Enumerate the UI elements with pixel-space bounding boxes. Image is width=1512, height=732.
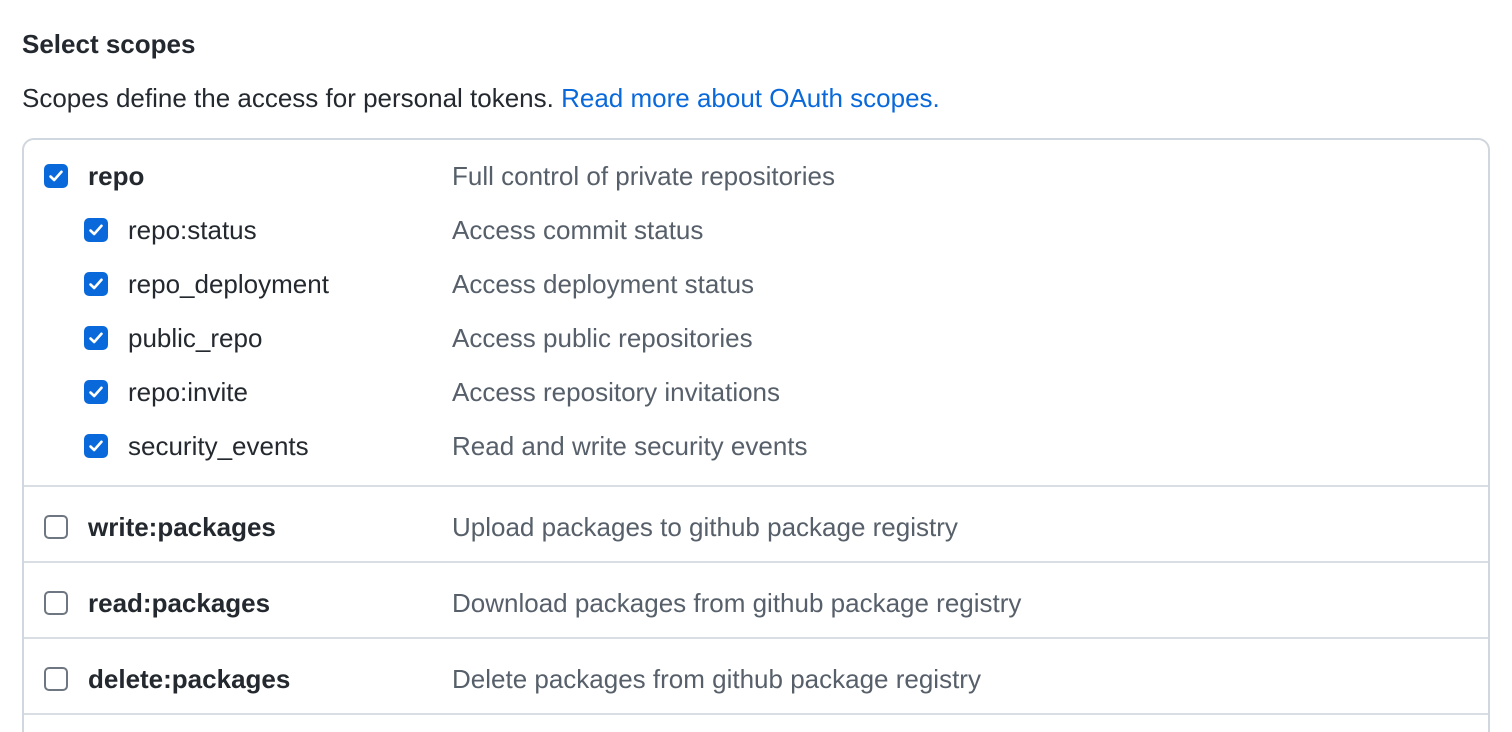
checkmark-icon — [89, 332, 103, 344]
scope-description: Read and write security events — [452, 431, 808, 461]
checkmark-icon — [49, 170, 63, 182]
scope-description: Access deployment status — [452, 269, 755, 299]
section-title: Select scopes — [22, 29, 196, 59]
scopes-list: repo Full control of private repositorie… — [22, 138, 1490, 732]
scope-row-repo-deployment: repo_deployment Access deployment status — [24, 265, 1488, 319]
scope-checkbox-security-events[interactable] — [84, 434, 108, 458]
scope-group-read-packages: read:packages Download packages from git… — [24, 563, 1488, 639]
scope-name: read:packages — [88, 588, 271, 618]
oauth-scopes-link[interactable]: Read more about OAuth scopes. — [561, 83, 940, 113]
checkmark-icon — [89, 386, 103, 398]
scope-row-repo-status: repo:status Access commit status — [24, 211, 1488, 265]
checkmark-icon — [89, 440, 103, 452]
scope-name: repo — [88, 161, 145, 191]
scope-row-repo: repo Full control of private repositorie… — [24, 157, 1488, 211]
scope-checkbox-repo-deployment[interactable] — [84, 272, 108, 296]
scope-description: Upload packages to github package regist… — [452, 512, 958, 542]
scope-checkbox-repo[interactable] — [44, 164, 68, 188]
scope-row-write-packages: write:packages Upload packages to github… — [24, 508, 1488, 562]
scope-checkbox-read-packages[interactable] — [44, 591, 68, 615]
scope-name: repo:status — [128, 215, 257, 245]
scope-row-repo-invite: repo:invite Access repository invitation… — [24, 373, 1488, 427]
checkmark-icon — [89, 224, 103, 236]
description-text: Scopes define the access for personal to… — [22, 83, 554, 113]
scope-name: delete:packages — [88, 664, 291, 694]
scope-description: Delete packages from github package regi… — [452, 664, 981, 694]
scope-row-security-events: security_events Read and write security … — [24, 427, 1488, 481]
scope-description: Download packages from github package re… — [452, 588, 1022, 618]
scope-description: Access public repositories — [452, 323, 753, 353]
scope-name: security_events — [128, 431, 309, 461]
checkmark-icon — [89, 278, 103, 290]
scopes-page: Select scopes Scopes define the access f… — [0, 0, 1512, 732]
scope-checkbox-write-packages[interactable] — [44, 515, 68, 539]
section-description: Scopes define the access for personal to… — [22, 80, 940, 116]
scope-description: Access commit status — [452, 215, 704, 245]
scope-row-public-repo: public_repo Access public repositories — [24, 319, 1488, 373]
scope-group-write-packages: write:packages Upload packages to github… — [24, 487, 1488, 563]
scope-checkbox-delete-packages[interactable] — [44, 667, 68, 691]
scope-checkbox-public-repo[interactable] — [84, 326, 108, 350]
scope-checkbox-repo-status[interactable] — [84, 218, 108, 242]
scope-checkbox-repo-invite[interactable] — [84, 380, 108, 404]
scope-row-delete-packages: delete:packages Delete packages from git… — [24, 660, 1488, 714]
scope-row-read-packages: read:packages Download packages from git… — [24, 584, 1488, 638]
scope-group-delete-packages: delete:packages Delete packages from git… — [24, 639, 1488, 715]
scope-group-repo: repo Full control of private repositorie… — [24, 140, 1488, 487]
scope-description: Access repository invitations — [452, 377, 781, 407]
scope-description: Full control of private repositories — [452, 161, 835, 191]
scope-name: write:packages — [88, 512, 276, 542]
scope-name: repo:invite — [128, 377, 248, 407]
scope-name: repo_deployment — [128, 269, 329, 299]
scope-name: public_repo — [128, 323, 263, 353]
